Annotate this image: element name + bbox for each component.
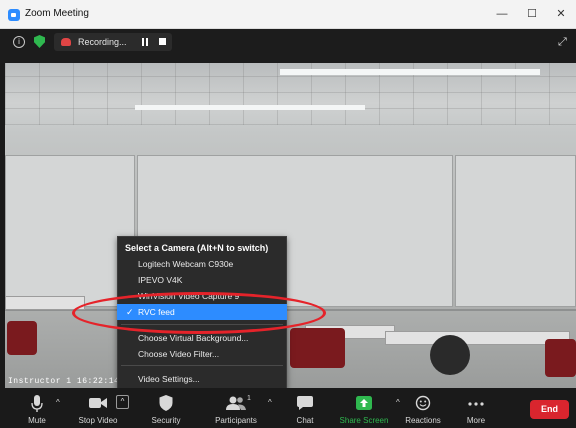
stop-recording-icon[interactable] <box>159 38 166 45</box>
security-button[interactable]: Security <box>146 391 186 425</box>
chair <box>430 335 470 375</box>
participants-button[interactable]: Participants <box>208 391 264 425</box>
menu-option-label: Choose Video Filter... <box>138 349 220 359</box>
camera-option-label: Logitech Webcam C930e <box>138 259 234 269</box>
recording-label: Recording... <box>78 37 127 47</box>
checkmark-icon: ✓ <box>126 307 134 317</box>
camera-option-winvision[interactable]: WinVision Video Capture 9 <box>117 288 287 304</box>
zoom-app-icon <box>8 9 20 21</box>
share-screen-icon <box>356 396 372 410</box>
camera-option-label: WinVision Video Capture 9 <box>138 291 240 301</box>
desk <box>5 296 85 310</box>
reactions-button[interactable]: Reactions <box>403 391 443 425</box>
ceiling-light <box>280 69 540 75</box>
menu-divider <box>121 324 283 325</box>
cloud-recording-icon <box>61 38 71 46</box>
choose-virtual-background-option[interactable]: Choose Virtual Background... <box>117 330 287 346</box>
microphone-icon <box>31 395 43 412</box>
chair <box>7 321 37 355</box>
more-dots-icon <box>468 402 484 406</box>
mute-label: Mute <box>28 416 46 425</box>
reactions-label: Reactions <box>405 416 441 425</box>
minimize-button[interactable]: — <box>492 6 512 22</box>
window-title: Zoom Meeting <box>25 8 89 19</box>
share-screen-label: Share Screen <box>339 416 389 425</box>
more-button[interactable]: More <box>460 391 492 425</box>
whiteboard-rail <box>5 309 576 311</box>
menu-divider <box>121 365 283 366</box>
camera-option-logitech[interactable]: Logitech Webcam C930e <box>117 256 287 272</box>
whiteboard <box>5 155 135 307</box>
security-shield-icon <box>159 395 173 411</box>
window-title-bar: Zoom Meeting — ☐ ✕ <box>0 0 576 29</box>
stop-video-label: Stop Video <box>78 416 118 425</box>
desk <box>385 331 570 345</box>
video-settings-option[interactable]: Video Settings... <box>117 371 287 387</box>
meeting-info-icon[interactable]: i <box>13 36 25 48</box>
end-meeting-button[interactable]: End <box>530 400 569 419</box>
security-label: Security <box>151 416 181 425</box>
chat-button[interactable]: Chat <box>287 391 323 425</box>
maximize-button[interactable]: ☐ <box>522 6 542 22</box>
video-camera-icon <box>89 398 107 408</box>
fullscreen-icon[interactable]: ⤢ <box>558 36 567 49</box>
camera-option-ipevo[interactable]: IPEVO V4K <box>117 272 287 288</box>
participant-count: 1 <box>247 395 251 402</box>
participants-label: Participants <box>215 416 257 425</box>
camera-option-label: RVC feed <box>138 307 175 317</box>
more-label: More <box>466 416 486 425</box>
participants-icon <box>226 396 246 410</box>
video-options-caret-icon[interactable]: ^ <box>116 395 129 409</box>
camera-menu-title: Select a Camera (Alt+N to switch) <box>125 243 269 253</box>
audio-options-caret-icon[interactable]: ^ <box>56 398 60 407</box>
camera-option-rvc-feed[interactable]: ✓ RVC feed <box>117 304 287 320</box>
choose-video-filter-option[interactable]: Choose Video Filter... <box>117 346 287 362</box>
close-button[interactable]: ✕ <box>551 6 571 22</box>
pause-recording-icon[interactable] <box>141 38 149 46</box>
chair <box>545 339 576 377</box>
ceiling-light <box>135 105 365 110</box>
chat-label: Chat <box>296 416 314 425</box>
menu-option-label: Video Settings... <box>138 374 200 384</box>
chat-icon <box>297 396 313 410</box>
participants-options-caret-icon[interactable]: ^ <box>268 398 272 407</box>
reactions-emoji-icon <box>415 395 431 411</box>
stop-video-button[interactable]: Stop Video <box>74 391 122 425</box>
share-screen-button[interactable]: Share Screen <box>334 391 394 425</box>
camera-option-label: IPEVO V4K <box>138 275 183 285</box>
menu-option-label: Choose Virtual Background... <box>138 333 249 343</box>
video-feed <box>5 63 576 388</box>
share-options-caret-icon[interactable]: ^ <box>396 398 400 407</box>
mute-button[interactable]: Mute <box>20 391 54 425</box>
whiteboard <box>455 155 576 307</box>
chair <box>290 328 345 368</box>
